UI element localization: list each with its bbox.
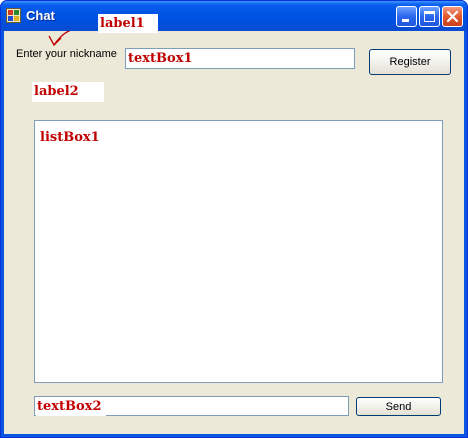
label1-annotation: label1 [98,14,158,33]
nickname-input[interactable]: textBox1 [125,48,355,69]
close-button[interactable] [442,6,463,27]
message-input[interactable]: textBox2 [34,396,349,416]
window-client-area: label1 Enter your nickname textBox1 Regi… [4,14,464,434]
minimize-icon [402,19,409,22]
message-listbox[interactable]: listBox1 [34,120,443,383]
window-title: Chat [26,8,55,23]
close-icon [446,10,459,23]
nickname-input-text: textBox1 [127,50,197,68]
nickname-label: Enter your nickname [16,48,117,60]
app-icon [6,8,21,23]
message-input-text: textBox2 [36,398,106,416]
maximize-icon [424,11,435,22]
label2-annotation: label2 [32,82,104,102]
maximize-button[interactable] [419,6,440,27]
minimize-button[interactable] [396,6,417,27]
send-button[interactable]: Send [356,397,441,416]
listbox-item: listBox1 [40,130,100,145]
chat-window: Chat label1 Enter your nickname textBox1… [0,0,468,438]
register-button[interactable]: Register [369,49,451,75]
title-bar[interactable]: Chat [1,1,467,31]
